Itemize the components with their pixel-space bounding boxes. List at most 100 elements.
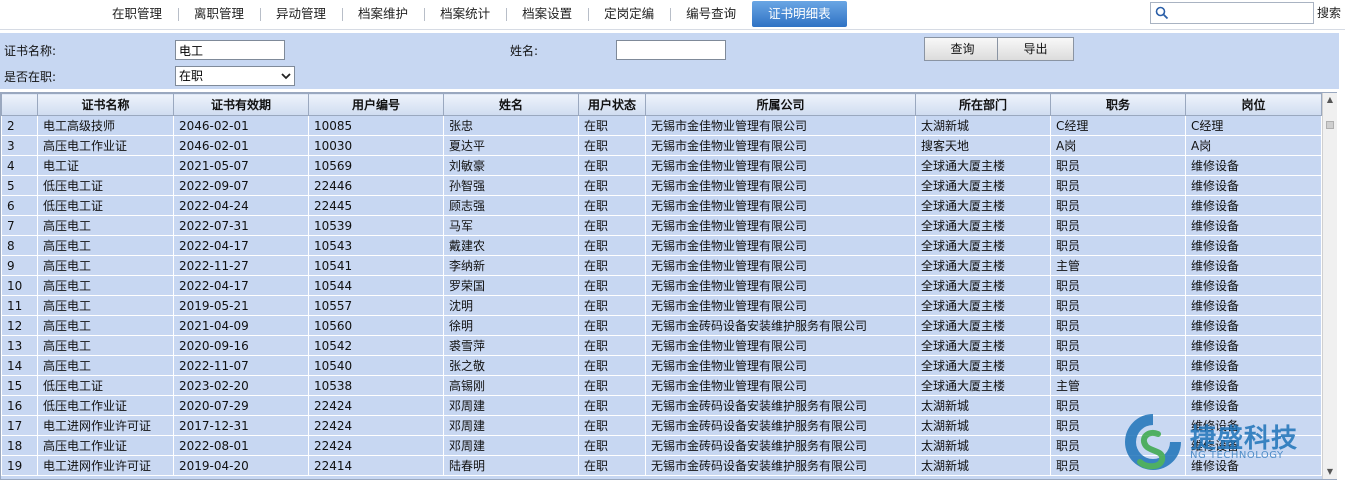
query-button[interactable]: 查询: [924, 37, 1001, 61]
table-cell: 维修设备: [1185, 415, 1322, 436]
column-header-7[interactable]: 所在部门: [915, 93, 1051, 116]
table-cell: 刘敏豪: [443, 155, 579, 176]
table-cell: 22424: [308, 415, 444, 436]
table-cell: 职员: [1050, 455, 1186, 476]
table-row[interactable]: 4 电工证 2021-05-07 10569 刘敏豪 在职 无锡市金佳物业管理有限公司 全球通…: [1, 155, 1322, 176]
column-header-8[interactable]: 职务: [1050, 93, 1186, 116]
table-cell: A岗: [1050, 135, 1186, 156]
search-icon: [1155, 6, 1169, 20]
table-cell: 沈明: [443, 295, 579, 316]
table-cell: 在职: [578, 435, 646, 456]
cert-name-label: 证书名称:: [4, 44, 57, 58]
table-cell: 低压电工作业证: [37, 395, 174, 416]
table-cell: 无锡市金佳物业管理有限公司: [645, 115, 916, 136]
table-cell: 职员: [1050, 295, 1186, 316]
column-header-5[interactable]: 用户状态: [578, 93, 646, 116]
table-row[interactable]: 19 电工进网作业许可证 2019-04-20 22414 陆春明 在职 无锡市金砖码设备安…: [1, 455, 1322, 476]
column-header-9[interactable]: 岗位: [1185, 93, 1322, 116]
table-row[interactable]: 7 高压电工 2022-07-31 10539 马军 在职 无锡市金佳物业管理有限公司 全球通…: [1, 215, 1322, 236]
table-cell: 6: [1, 195, 38, 216]
table-row[interactable]: 16 低压电工作业证 2020-07-29 22424 邓周建 在职 无锡市金砖码设备安装维…: [1, 395, 1322, 416]
table-cell: 维修设备: [1185, 275, 1322, 296]
table-cell: 维修设备: [1185, 315, 1322, 336]
scroll-down-icon[interactable]: ▼: [1323, 465, 1337, 479]
nav-tab-2[interactable]: 异动管理: [260, 1, 342, 27]
table-cell: 16: [1, 395, 38, 416]
table-row[interactable]: 18 高压电工作业证 2022-08-01 22424 邓周建 在职 无锡市金砖码设备安装维…: [1, 435, 1322, 456]
table-cell: 2021-04-09: [173, 315, 309, 336]
table-cell: 维修设备: [1185, 355, 1322, 376]
table-cell: 低压电工证: [37, 195, 174, 216]
nav-tab-1[interactable]: 离职管理: [178, 1, 260, 27]
table-cell: 搜客天地: [915, 135, 1051, 156]
table-cell: 10541: [308, 255, 444, 276]
table-cell: 太湖新城: [915, 395, 1051, 416]
column-header-6[interactable]: 所属公司: [645, 93, 916, 116]
table-cell: 无锡市金佳物业管理有限公司: [645, 235, 916, 256]
search-box[interactable]: [1150, 2, 1314, 24]
cert-name-input[interactable]: [175, 40, 285, 60]
table-row[interactable]: 3 高压电工作业证 2046-02-01 10030 夏达平 在职 无锡市金佳物业管理有限公…: [1, 135, 1322, 156]
table-row[interactable]: 17 电工进网作业许可证 2017-12-31 22424 邓周建 在职 无锡市金砖码设备安…: [1, 415, 1322, 436]
table-cell: A岗: [1185, 135, 1322, 156]
nav-tab-5[interactable]: 档案设置: [506, 1, 588, 27]
table-row[interactable]: 13 高压电工 2020-09-16 10542 裘雪萍 在职 无锡市金佳物业管理有限公司全…: [1, 335, 1322, 356]
table-cell: 3: [1, 135, 38, 156]
column-header-1[interactable]: 证书名称: [37, 93, 174, 116]
table-cell: 10540: [308, 355, 444, 376]
table-row[interactable]: 15 低压电工证 2023-02-20 10538 高锡刚 在职 无锡市金佳物业管理有限公司…: [1, 375, 1322, 396]
table-cell: 22445: [308, 195, 444, 216]
scrollbar-thumb[interactable]: [1326, 121, 1334, 129]
table-cell: 2023-02-20: [173, 375, 309, 396]
table-cell: 12: [1, 315, 38, 336]
column-header-2[interactable]: 证书有效期: [173, 93, 309, 116]
search-button[interactable]: 搜索: [1317, 3, 1341, 23]
table-cell: 主管: [1050, 375, 1186, 396]
table-cell: 在职: [578, 135, 646, 156]
table-cell: 职员: [1050, 215, 1186, 236]
table-cell: 9: [1, 255, 38, 276]
table-cell: 2017-12-31: [173, 415, 309, 436]
table-cell: 在职: [578, 455, 646, 476]
table-cell: 2022-04-17: [173, 275, 309, 296]
table-cell: 2020-07-29: [173, 395, 309, 416]
nav-tab-6[interactable]: 定岗定编: [588, 1, 670, 27]
table-cell: 职员: [1050, 195, 1186, 216]
table-row[interactable]: 5 低压电工证 2022-09-07 22446 孙智强 在职 无锡市金佳物业管理有限公司全…: [1, 175, 1322, 196]
table-cell: 2022-11-27: [173, 255, 309, 276]
table-cell: 2022-09-07: [173, 175, 309, 196]
nav-tab-7[interactable]: 编号查询: [670, 1, 752, 27]
table-cell: 无锡市金佳物业管理有限公司: [645, 195, 916, 216]
table-row[interactable]: 6 低压电工证 2022-04-24 22445 顾志强 在职 无锡市金佳物业管理有限公司全…: [1, 195, 1322, 216]
table-cell: 顾志强: [443, 195, 579, 216]
column-header-3[interactable]: 用户编号: [308, 93, 444, 116]
table-cell: 在职: [578, 175, 646, 196]
table-cell: 高压电工: [37, 255, 174, 276]
table-row[interactable]: 14 高压电工 2022-11-07 10540 张之敬 在职 无锡市金佳物业管理有限公司全…: [1, 355, 1322, 376]
nav-tab-8[interactable]: 证书明细表: [752, 1, 847, 27]
export-button[interactable]: 导出: [997, 37, 1074, 61]
employed-select[interactable]: 在职: [175, 66, 295, 86]
table-row[interactable]: 2 电工高级技师 2046-02-01 10085 张忠 在职 无锡市金佳物业管理有限公司太…: [1, 115, 1322, 136]
column-header-0[interactable]: [1, 93, 38, 116]
search-input[interactable]: [1173, 4, 1311, 22]
table-row[interactable]: 12 高压电工 2021-04-09 10560 徐明 在职 无锡市金砖码设备安装维护服务有…: [1, 315, 1322, 336]
table-row[interactable]: 8 高压电工 2022-04-17 10543 戴建农 在职 无锡市金佳物业管理有限公司 全球…: [1, 235, 1322, 256]
vertical-scrollbar[interactable]: ▲ ▼: [1322, 93, 1337, 479]
table-cell: 维修设备: [1185, 195, 1322, 216]
table-row[interactable]: 9 高压电工 2022-11-27 10541 李纳新 在职 无锡市金佳物业管理有限公司 全球…: [1, 255, 1322, 276]
column-header-4[interactable]: 姓名: [443, 93, 579, 116]
name-input[interactable]: [616, 40, 726, 60]
scroll-up-icon[interactable]: ▲: [1323, 93, 1337, 107]
table-cell: 10542: [308, 335, 444, 356]
table-cell: 维修设备: [1185, 235, 1322, 256]
table-row[interactable]: 10 高压电工 2022-04-17 10544 罗荣国 在职 无锡市金佳物业管理有限公司全…: [1, 275, 1322, 296]
nav-tab-0[interactable]: 在职管理: [96, 1, 178, 27]
table-cell: 无锡市金佳物业管理有限公司: [645, 355, 916, 376]
table-cell: 陆春明: [443, 455, 579, 476]
nav-tab-4[interactable]: 档案统计: [424, 1, 506, 27]
table-cell: 电工高级技师: [37, 115, 174, 136]
table-row[interactable]: 11 高压电工 2019-05-21 10557 沈明 在职 无锡市金佳物业管理有限公司 全球…: [1, 295, 1322, 316]
table-cell: 在职: [578, 315, 646, 336]
nav-tab-3[interactable]: 档案维护: [342, 1, 424, 27]
